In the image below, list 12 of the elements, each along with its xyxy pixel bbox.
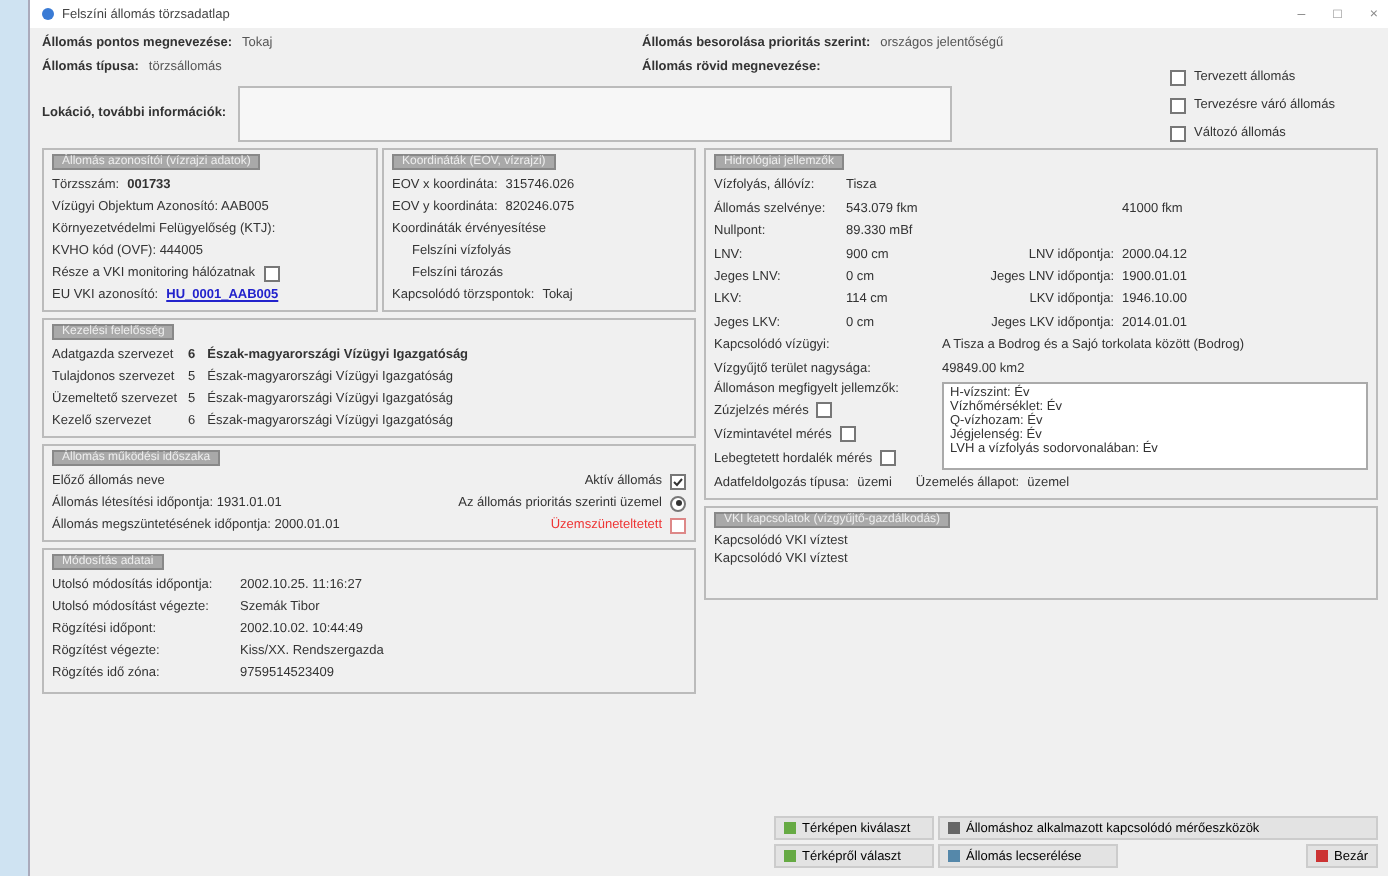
checkbox[interactable] [1170, 97, 1186, 113]
radio-button[interactable] [670, 495, 686, 511]
checkbox[interactable] [670, 517, 686, 533]
app-icon [42, 8, 54, 20]
checkbox[interactable] [839, 426, 856, 443]
checkbox[interactable] [263, 265, 280, 281]
checkbox[interactable] [816, 402, 833, 419]
location-field[interactable] [238, 85, 953, 142]
checkbox[interactable] [1170, 125, 1186, 141]
checkbox[interactable] [1170, 69, 1186, 85]
checkbox[interactable] [670, 473, 686, 489]
checkbox[interactable] [880, 450, 897, 467]
